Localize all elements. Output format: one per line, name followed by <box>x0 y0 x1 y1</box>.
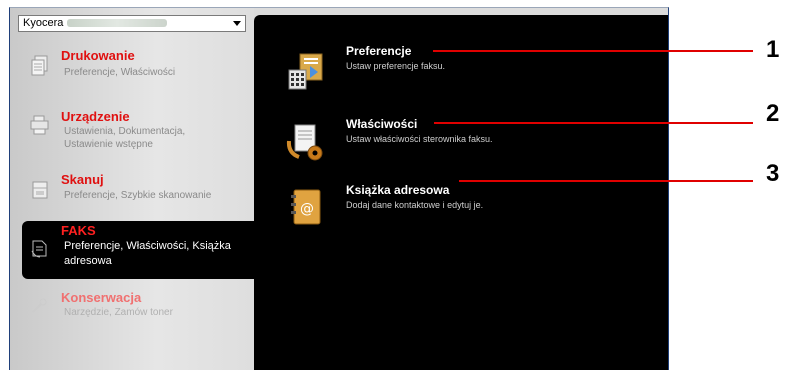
sidebar-item-urzadzenie[interactable]: Urządzenie Ustawienia, Dokumentacja, Ust… <box>10 108 254 156</box>
printer-pages-icon <box>31 55 48 76</box>
sidebar-item-title: Konserwacja <box>61 290 142 305</box>
sidebar-item-title: FAKS <box>61 223 96 238</box>
scanner-icon <box>32 181 48 199</box>
sidebar-item-subtitle: Preferencje, Właściwości <box>64 67 176 78</box>
option-preferencje[interactable]: Preferencje Ustaw preferencje faksu. <box>286 44 456 100</box>
sidebar-item-subtitle: Preferencje, Szybkie skanowanie <box>64 190 212 201</box>
address-book-icon: @ <box>291 189 321 225</box>
sidebar-item-title: Drukowanie <box>61 48 135 63</box>
device-model-redacted <box>67 19 168 28</box>
svg-text:@: @ <box>300 201 314 217</box>
application-window: Kyocera Drukowanie Preferencje, Właściwo… <box>9 7 669 370</box>
callout-line-1 <box>433 50 753 52</box>
sidebar-item-title: Urządzenie <box>61 109 130 124</box>
callout-number-2: 2 <box>766 100 780 127</box>
sidebar: Kyocera Drukowanie Preferencje, Właściwo… <box>10 8 254 370</box>
option-title: Właściwości <box>346 117 418 131</box>
option-description: Dodaj dane kontaktowe i edytuj je. <box>346 200 484 210</box>
option-title: Książka adresowa <box>346 183 450 197</box>
callout-number-3: 3 <box>766 160 780 187</box>
sidebar-item-subtitle-line1: Preferencje, Właściwości, Książka <box>64 240 231 252</box>
option-description: Ustaw właściwości sterownika faksu. <box>346 134 493 144</box>
content-panel: Preferencje Ustaw preferencje faksu. Wła… <box>254 15 668 370</box>
device-select-value: Kyocera <box>23 17 64 29</box>
sidebar-item-subtitle-line2: adresowa <box>64 255 112 267</box>
option-ksiazka-adresowa[interactable]: @ Książka adresowa Dodaj dane kontaktowe… <box>286 183 506 239</box>
sidebar-item-title: Skanuj <box>61 172 104 187</box>
callout-line-3 <box>459 180 753 182</box>
sidebar-item-faks[interactable]: FAKS Preferencje, Właściwości, Książka a… <box>22 221 254 279</box>
sidebar-item-skanuj[interactable]: Skanuj Preferencje, Szybkie skanowanie <box>10 171 254 207</box>
sidebar-item-konserwacja[interactable]: Konserwacja Narzędzie, Zamów toner <box>10 290 254 322</box>
callout-line-2 <box>434 122 753 124</box>
device-select[interactable]: Kyocera <box>18 15 246 32</box>
option-description: Ustaw preferencje faksu. <box>346 61 446 71</box>
sidebar-item-subtitle-line2: Ustawienie wstępne <box>64 139 153 150</box>
fax-preferences-icon <box>288 53 323 90</box>
device-icon <box>30 115 49 135</box>
sidebar-item-subtitle: Narzędzie, Zamów toner <box>64 307 173 318</box>
fax-properties-icon <box>286 124 323 161</box>
option-title: Preferencje <box>346 44 412 58</box>
chevron-down-icon[interactable] <box>233 21 241 26</box>
sidebar-item-drukowanie[interactable]: Drukowanie Preferencje, Właściwości <box>10 47 254 89</box>
sidebar-item-subtitle-line1: Ustawienia, Dokumentacja, <box>64 126 186 137</box>
maintenance-icon <box>32 298 47 313</box>
callout-number-1: 1 <box>766 36 780 63</box>
option-wlasciwosci[interactable]: Właściwości Ustaw właściwości sterownika… <box>286 117 496 173</box>
fax-icon <box>31 240 47 258</box>
